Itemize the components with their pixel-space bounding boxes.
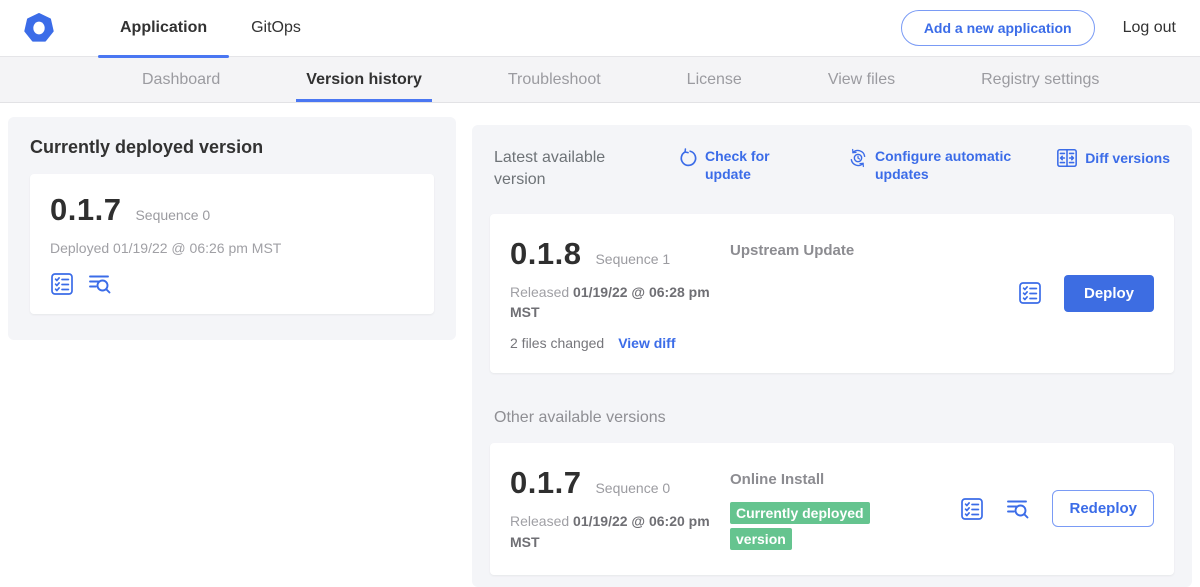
checklist-icon[interactable]	[50, 272, 74, 296]
configure-automatic-updates-link[interactable]: Configure automatic updates	[848, 147, 1034, 183]
deployed-date-prefix: Deployed	[50, 240, 109, 256]
subnav-item-view-files[interactable]: View files	[814, 57, 909, 102]
other-available-versions-heading: Other available versions	[494, 409, 1170, 427]
check-for-update-link[interactable]: Check for update	[678, 147, 794, 183]
tab-application-label: Application	[120, 19, 207, 37]
app-sub-nav: Dashboard Version history Troubleshoot L…	[0, 57, 1200, 103]
deployed-version-number: 0.1.7	[50, 192, 121, 228]
diff-versions-label: Diff versions	[1085, 149, 1170, 167]
latest-available-title: Latest available version	[494, 147, 622, 190]
other-source-label: Online Install	[730, 471, 824, 488]
latest-released-date: Released 01/19/22 @ 06:28 pm MST	[510, 282, 710, 323]
checklist-icon[interactable]	[960, 497, 984, 521]
subnav-item-troubleshoot[interactable]: Troubleshoot	[494, 57, 615, 102]
other-sequence: Sequence 0	[595, 480, 670, 496]
subnav-troubleshoot-label: Troubleshoot	[508, 71, 601, 89]
currently-deployed-title: Currently deployed version	[30, 137, 434, 158]
latest-released-prefix: Released	[510, 284, 569, 300]
other-version-card: 0.1.7 Sequence 0 Released 01/19/22 @ 06:…	[490, 443, 1174, 575]
deploy-button[interactable]: Deploy	[1064, 275, 1154, 312]
top-nav: Application GitOps Add a new application…	[0, 0, 1200, 57]
files-changed-label: 2 files changed	[510, 335, 604, 351]
latest-sequence: Sequence 1	[595, 251, 670, 267]
deployed-date-value: 01/19/22 @ 06:26 pm MST	[113, 240, 281, 256]
view-diff-link[interactable]: View diff	[618, 335, 675, 351]
redeploy-button[interactable]: Redeploy	[1052, 490, 1154, 527]
app-logo[interactable]	[24, 0, 54, 56]
deployed-date: Deployed 01/19/22 @ 06:26 pm MST	[50, 238, 414, 258]
subnav-dashboard-label: Dashboard	[142, 71, 220, 89]
deployed-sequence: Sequence 0	[135, 207, 210, 223]
other-released-date: Released 01/19/22 @ 06:20 pm MST	[510, 511, 710, 552]
subnav-registry-settings-label: Registry settings	[981, 71, 1099, 89]
file-search-icon[interactable]	[88, 272, 112, 296]
configure-automatic-updates-label: Configure automatic updates	[875, 147, 1034, 183]
file-search-icon[interactable]	[1006, 497, 1030, 521]
currently-deployed-panel: Currently deployed version 0.1.7 Sequenc…	[8, 117, 456, 340]
logout-link[interactable]: Log out	[1123, 19, 1176, 37]
subnav-item-registry-settings[interactable]: Registry settings	[967, 57, 1113, 102]
other-version-number: 0.1.7	[510, 465, 581, 501]
available-versions-panel: Latest available version Check for updat…	[472, 125, 1192, 587]
latest-version-card: 0.1.8 Sequence 1 Released 01/19/22 @ 06:…	[490, 214, 1174, 373]
latest-source-label: Upstream Update	[730, 242, 854, 259]
check-for-update-label: Check for update	[705, 147, 794, 183]
diff-versions-link[interactable]: Diff versions	[1056, 147, 1170, 169]
other-released-prefix: Released	[510, 513, 569, 529]
tab-gitops[interactable]: GitOps	[229, 0, 323, 56]
subnav-view-files-label: View files	[828, 71, 895, 89]
subnav-license-label: License	[687, 71, 742, 89]
subnav-version-history-label: Version history	[306, 71, 422, 89]
subnav-item-dashboard[interactable]: Dashboard	[128, 57, 234, 102]
schedule-update-icon	[848, 148, 868, 168]
add-application-button[interactable]: Add a new application	[901, 10, 1095, 46]
subnav-item-version-history[interactable]: Version history	[292, 57, 436, 102]
tab-application[interactable]: Application	[98, 0, 229, 56]
currently-deployed-badge: Currently deployed version	[730, 502, 870, 550]
refresh-icon	[678, 148, 698, 168]
app-logo-icon	[24, 13, 54, 43]
checklist-icon[interactable]	[1018, 281, 1042, 305]
tab-gitops-label: GitOps	[251, 19, 301, 37]
subnav-item-license[interactable]: License	[673, 57, 756, 102]
deployed-version-card: 0.1.7 Sequence 0 Deployed 01/19/22 @ 06:…	[30, 174, 434, 314]
diff-versions-icon	[1056, 147, 1078, 169]
latest-version-number: 0.1.8	[510, 236, 581, 272]
